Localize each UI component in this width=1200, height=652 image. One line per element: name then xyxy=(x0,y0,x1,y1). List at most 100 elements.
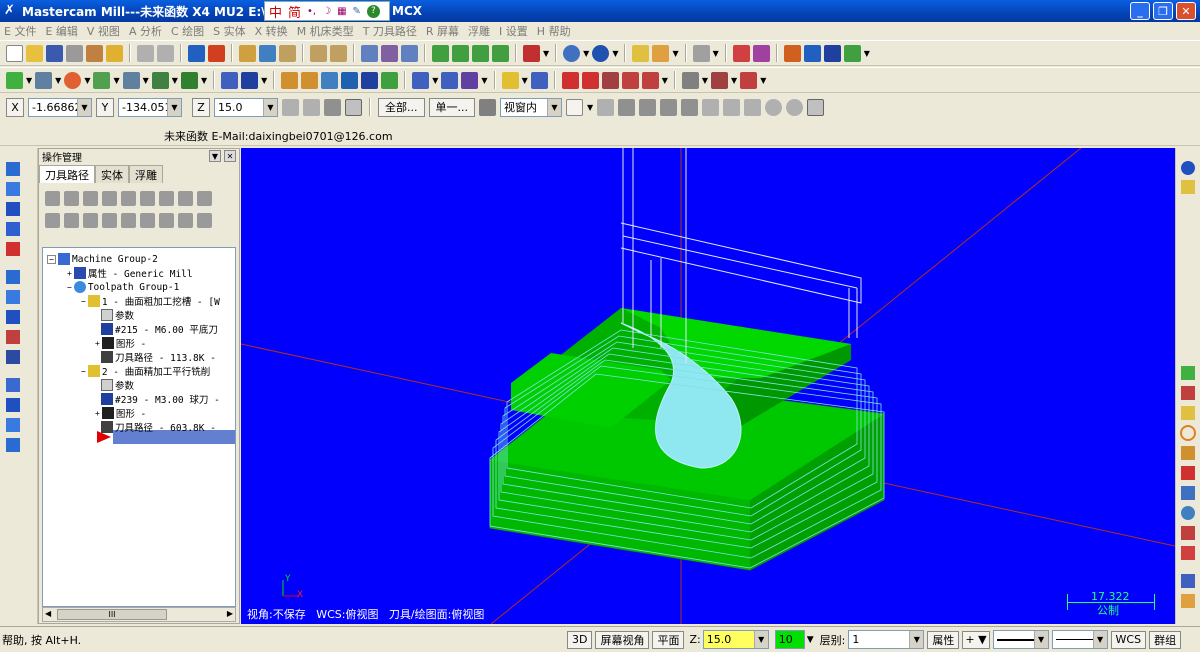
select-help-icon[interactable] xyxy=(807,98,825,116)
tree-node-op2-tool[interactable]: #239 - M3.00 球刀 - xyxy=(101,392,220,406)
pencil-icon[interactable] xyxy=(632,44,650,62)
translate-icon[interactable] xyxy=(281,71,299,89)
wcs-button[interactable]: WCS xyxy=(1110,630,1147,649)
scroll-thumb[interactable]: III xyxy=(57,609,167,620)
save-icon[interactable] xyxy=(46,44,63,62)
rt-icon-3[interactable] xyxy=(1181,406,1195,420)
edge-select-icon[interactable] xyxy=(681,98,699,116)
lt-icon-4[interactable] xyxy=(6,222,20,236)
trim-icon[interactable] xyxy=(221,71,239,89)
move-up-icon[interactable] xyxy=(121,212,136,228)
verify-select-icon[interactable] xyxy=(744,98,762,116)
marker-icon[interactable] xyxy=(652,44,670,62)
scroll-icon[interactable] xyxy=(159,212,174,228)
tree-node-toolpath-group[interactable]: − Toolpath Group-1 xyxy=(67,280,179,294)
rt-icon-7[interactable] xyxy=(1181,486,1195,500)
analyze-icon[interactable] xyxy=(732,44,750,62)
multiaxis-icon[interactable] xyxy=(711,71,729,89)
lt-icon-12[interactable] xyxy=(6,398,20,412)
tree-node-op2-geometry[interactable]: + 图形 - xyxy=(95,406,146,420)
group-select-icon[interactable] xyxy=(702,98,720,116)
lt-icon-13[interactable] xyxy=(6,418,20,432)
zoom-out-icon[interactable] xyxy=(330,44,347,62)
graphics-viewport[interactable]: Y X 视角:不保存 WCS:俯视图 刀具/绘图面:俯视图 17.322 公制 xyxy=(241,148,1175,624)
shade-icon[interactable] xyxy=(401,44,418,62)
tree-hscrollbar[interactable]: ◀ III ▶ xyxy=(42,607,236,622)
post-icon[interactable] xyxy=(159,190,174,206)
ime-punct-icon[interactable]: •, xyxy=(307,6,316,17)
highfeed-icon[interactable] xyxy=(178,190,193,206)
select-single-button[interactable]: 单一... xyxy=(428,97,475,117)
toggle-display-icon[interactable] xyxy=(64,212,79,228)
tab-relief[interactable]: 浮雕 xyxy=(129,165,163,183)
menu-create[interactable]: C 绘图 xyxy=(171,23,204,39)
color-dropdown-icon[interactable]: ▼ xyxy=(807,635,814,645)
lt-icon-14[interactable] xyxy=(6,438,20,452)
pocket-icon[interactable] xyxy=(641,71,659,89)
back-select-icon[interactable] xyxy=(723,98,741,116)
menu-view[interactable]: V 视图 xyxy=(87,23,120,39)
redo-icon[interactable] xyxy=(157,44,174,62)
hatch-icon[interactable] xyxy=(561,71,579,89)
point-style-select[interactable]: + ▼ xyxy=(962,630,990,649)
layer-icon[interactable] xyxy=(843,44,861,62)
delta-icon[interactable] xyxy=(461,71,479,89)
unzoom-icon[interactable] xyxy=(310,44,327,62)
chain-icon[interactable] xyxy=(597,98,615,116)
tree-node-op1-tool[interactable]: #215 - M6.00 平底刀 xyxy=(101,322,218,336)
fillet-icon[interactable] xyxy=(93,71,111,89)
fast-point-icon[interactable] xyxy=(282,98,299,116)
undo-icon[interactable] xyxy=(137,44,154,62)
menu-xform[interactable]: X 转换 xyxy=(255,23,288,39)
opmgr-dropdown-icon[interactable]: ▼ xyxy=(209,150,221,162)
print-preview-icon[interactable] xyxy=(86,44,103,62)
side-view-icon[interactable] xyxy=(472,44,489,62)
offset-icon[interactable] xyxy=(341,71,359,89)
circle-select-icon[interactable] xyxy=(786,98,804,116)
chamfer-icon[interactable] xyxy=(122,71,140,89)
dimension-icon[interactable] xyxy=(501,71,519,89)
ime-mode-simplified[interactable]: 简 xyxy=(288,2,301,21)
front-view-icon[interactable] xyxy=(452,44,469,62)
lt-icon-1[interactable] xyxy=(6,162,20,176)
only-display-icon[interactable] xyxy=(178,212,193,228)
tool-icon[interactable] xyxy=(740,71,758,89)
lt-icon-8[interactable] xyxy=(6,310,20,324)
verify-icon[interactable] xyxy=(140,190,155,206)
zoom-window-icon[interactable] xyxy=(239,44,256,62)
rt-icon-8[interactable] xyxy=(1181,506,1195,520)
menu-screen[interactable]: R 屏幕 xyxy=(426,23,459,39)
color-field[interactable]: 10 xyxy=(774,630,805,649)
close-button[interactable]: ✕ xyxy=(1176,2,1196,20)
rt-icon-12[interactable] xyxy=(1181,594,1195,608)
ime-tool-icon[interactable]: ✎ xyxy=(353,6,361,17)
cube-view-icon[interactable] xyxy=(523,44,540,62)
exclaim-icon[interactable] xyxy=(303,98,320,116)
surface-toolpath-icon[interactable] xyxy=(681,71,699,89)
point-icon[interactable] xyxy=(6,71,23,89)
lt-icon-11[interactable] xyxy=(6,378,20,392)
measure-icon[interactable] xyxy=(530,71,548,89)
toggle-post-icon[interactable] xyxy=(83,212,98,228)
lt-icon-7[interactable] xyxy=(6,290,20,304)
rotate-icon[interactable] xyxy=(301,71,319,89)
lt-icon-9[interactable] xyxy=(6,330,20,344)
tree-node-op1-toolpath[interactable]: 刀具路径 - 113.8K - xyxy=(101,350,216,364)
break-icon[interactable] xyxy=(241,71,259,89)
cursor-icon[interactable] xyxy=(566,98,583,116)
rectangle-icon[interactable] xyxy=(151,71,169,89)
y-coord-field[interactable]: -134.0519 ▼ xyxy=(118,97,182,117)
status-z-field[interactable]: 15.0 ▼ xyxy=(702,630,769,649)
help-ops-icon[interactable] xyxy=(197,212,212,228)
window-mode-select[interactable]: 视窗内 ▼ xyxy=(500,97,562,117)
rt-icon-9[interactable] xyxy=(1181,526,1195,540)
ime-toolbar[interactable]: 中 简 •, ☽ ▦ ✎ ? xyxy=(264,1,390,21)
line-style-select[interactable]: ▼ xyxy=(992,630,1049,649)
menu-solids[interactable]: S 实体 xyxy=(213,23,245,39)
rt-icon-10[interactable] xyxy=(1181,546,1195,560)
rt-icon-globe[interactable] xyxy=(1181,161,1195,175)
menu-machine-type[interactable]: M 机床类型 xyxy=(297,23,354,39)
selection-mode-icon[interactable] xyxy=(479,98,496,116)
move-down-icon[interactable] xyxy=(102,212,117,228)
menu-relief[interactable]: 浮雕 xyxy=(468,23,490,39)
